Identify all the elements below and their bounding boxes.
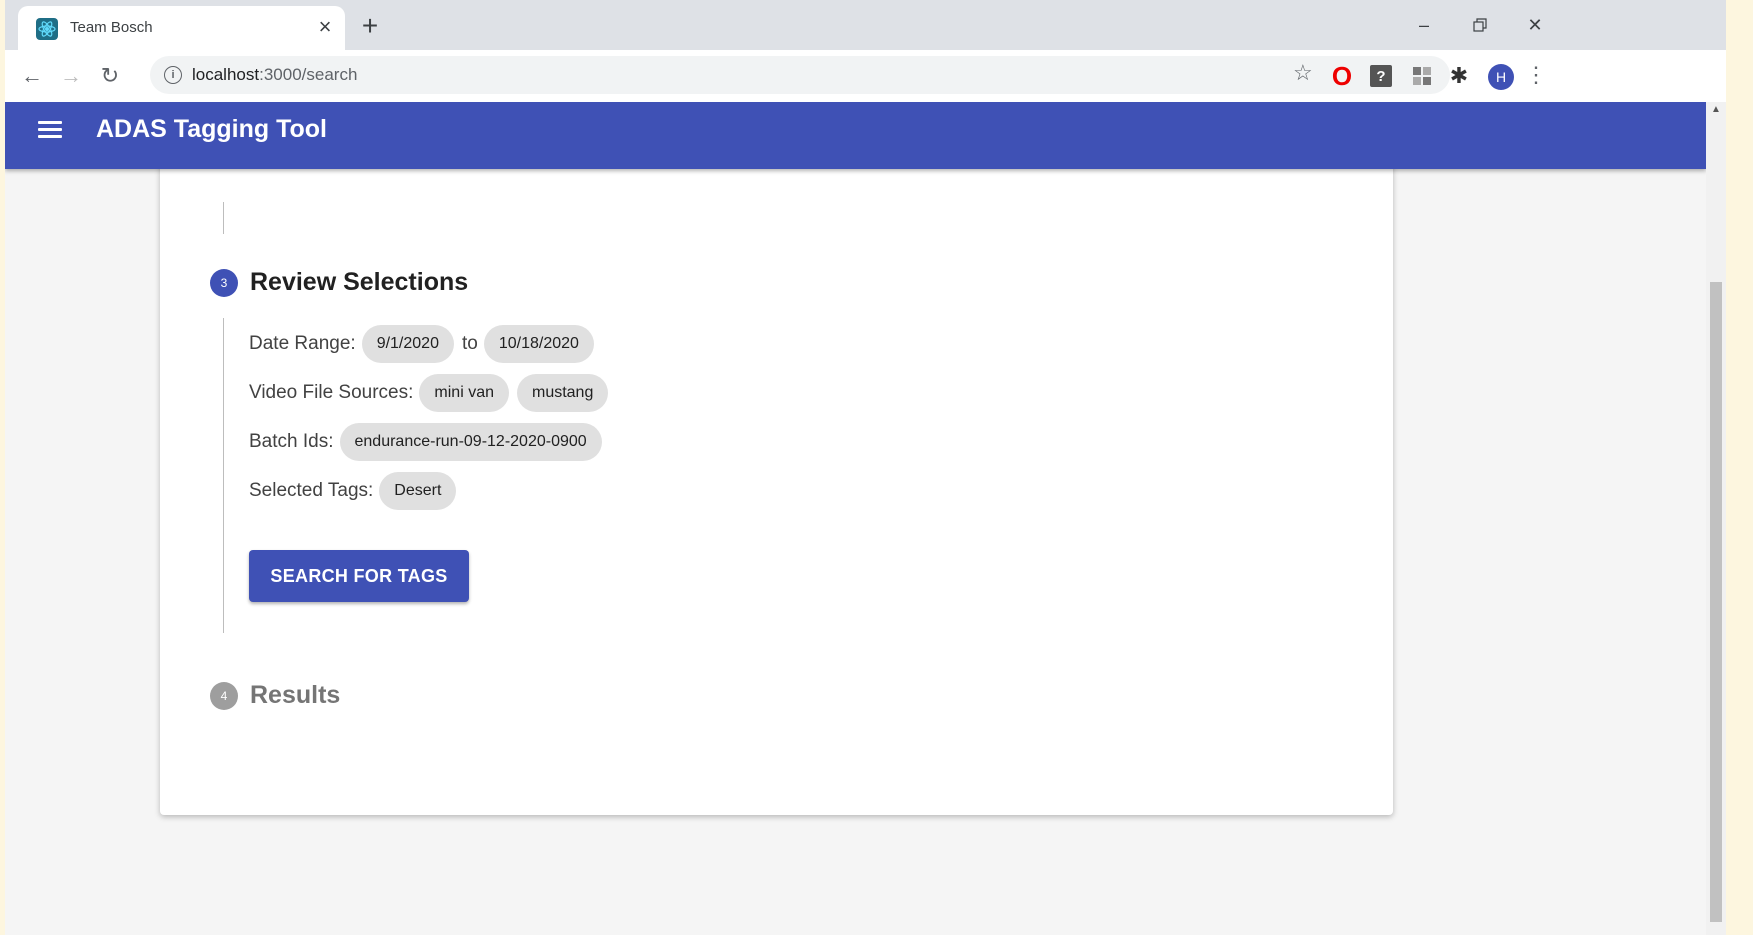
step-title-review[interactable]: Review Selections bbox=[250, 268, 468, 297]
date-range-label: Date Range: bbox=[249, 333, 356, 354]
url-host: localhost bbox=[192, 65, 260, 84]
address-bar[interactable]: i localhost:3000/search bbox=[150, 56, 1450, 94]
step-number-badge: 3 bbox=[210, 269, 238, 297]
video-sources-label: Video File Sources: bbox=[249, 382, 414, 403]
info-icon[interactable]: i bbox=[164, 66, 182, 84]
menu-icon[interactable] bbox=[38, 121, 62, 141]
stepper-card: 3 Review Selections Date Range: 9/1/2020… bbox=[160, 102, 1393, 815]
minimize-icon[interactable]: – bbox=[1404, 10, 1444, 40]
selected-tags-row: Selected Tags: Desert bbox=[249, 471, 464, 511]
date-range-row: Date Range: 9/1/2020 to 10/18/2020 bbox=[249, 324, 602, 364]
kebab-icon[interactable]: ⋮ bbox=[1525, 62, 1547, 88]
page-viewport: 3 Review Selections Date Range: 9/1/2020… bbox=[5, 102, 1706, 935]
plus-icon[interactable]: + bbox=[355, 12, 385, 42]
extension-grid-icon[interactable] bbox=[1410, 64, 1434, 88]
extension-q-icon[interactable]: ? bbox=[1370, 65, 1392, 87]
close-icon[interactable]: × bbox=[312, 14, 338, 40]
react-favicon-icon bbox=[36, 18, 58, 40]
tab-strip: Team Bosch × + – ✕ bbox=[5, 0, 1726, 50]
selected-tags-label: Selected Tags: bbox=[249, 480, 374, 501]
to-text: to bbox=[461, 333, 478, 354]
reload-icon[interactable]: ↻ bbox=[96, 62, 124, 90]
url-path: :3000/search bbox=[259, 65, 358, 84]
forward-icon[interactable]: → bbox=[57, 62, 85, 90]
browser-tab[interactable]: Team Bosch × bbox=[18, 6, 345, 50]
star-icon[interactable]: ☆ bbox=[1293, 60, 1313, 86]
video-source-chip: mini van bbox=[419, 374, 509, 412]
batch-ids-label: Batch Ids: bbox=[249, 431, 334, 452]
app-title: ADAS Tagging Tool bbox=[96, 115, 327, 143]
restore-icon[interactable] bbox=[1460, 10, 1500, 40]
scroll-up-arrow-icon[interactable]: ▲ bbox=[1711, 104, 1721, 115]
opera-icon[interactable]: O bbox=[1330, 63, 1354, 89]
avatar[interactable]: H bbox=[1488, 64, 1514, 90]
batch-id-chip: endurance-run-09-12-2020-0900 bbox=[339, 423, 602, 461]
date-to-chip: 10/18/2020 bbox=[483, 325, 594, 363]
vertical-scrollbar[interactable]: ▲ bbox=[1706, 102, 1726, 935]
step-connector bbox=[223, 202, 224, 234]
url-text[interactable]: localhost:3000/search bbox=[192, 65, 357, 85]
batch-ids-row: Batch Ids: endurance-run-09-12-2020-0900 bbox=[249, 422, 610, 462]
scroll-thumb[interactable] bbox=[1710, 282, 1722, 922]
step-title-results[interactable]: Results bbox=[250, 681, 340, 710]
video-sources-row: Video File Sources: mini van mustang bbox=[249, 373, 616, 413]
browser-window: Team Bosch × + – ✕ ← → ↻ i localhost:300… bbox=[5, 0, 1726, 935]
step-number-badge: 4 bbox=[210, 682, 238, 710]
tag-chip: Desert bbox=[379, 472, 457, 510]
search-for-tags-button[interactable]: SEARCH FOR TAGS bbox=[249, 550, 469, 602]
step-content-connector bbox=[223, 318, 224, 633]
puzzle-icon[interactable]: ✱ bbox=[1447, 64, 1471, 88]
tab-title: Team Bosch bbox=[70, 19, 153, 36]
close-window-icon[interactable]: ✕ bbox=[1515, 10, 1555, 40]
address-toolbar: ← → ↻ i localhost:3000/search ☆ O ? ✱ H … bbox=[5, 50, 1726, 102]
app-bar: ADAS Tagging Tool bbox=[5, 102, 1706, 169]
back-icon[interactable]: ← bbox=[18, 62, 46, 90]
date-from-chip: 9/1/2020 bbox=[361, 325, 454, 363]
video-source-chip: mustang bbox=[516, 374, 609, 412]
